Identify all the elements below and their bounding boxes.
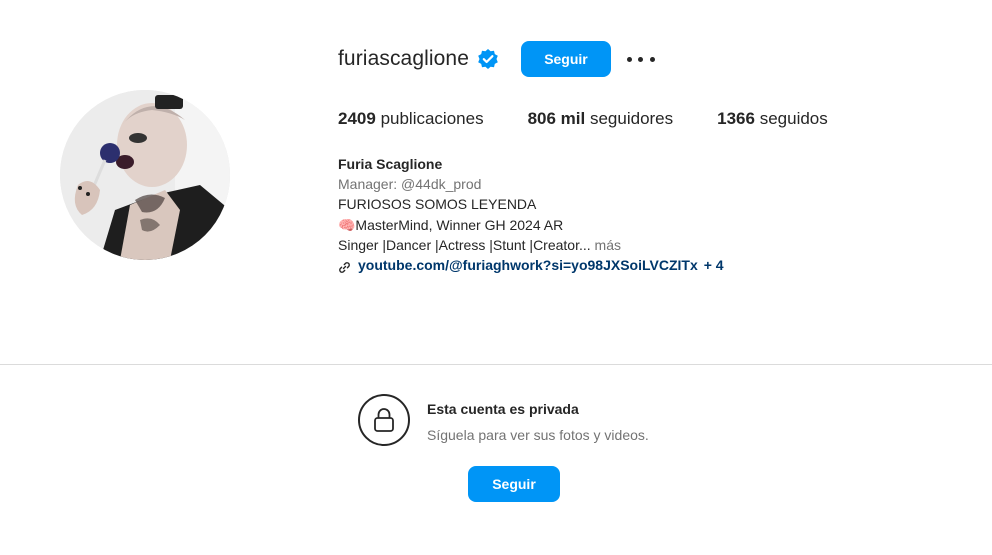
follow-button-bottom[interactable]: Seguir [468, 466, 560, 502]
following-stat[interactable]: 1366 seguidos [717, 109, 828, 129]
private-account-subtitle: Síguela para ver sus fotos y videos. [427, 427, 649, 443]
bio-manager: Manager: @44dk_prod [338, 176, 482, 193]
avatar-image [60, 90, 230, 260]
bio-more-link[interactable]: más [595, 237, 621, 253]
bio-link-extra[interactable]: + 4 [704, 255, 724, 275]
profile-full-name: Furia Scaglione [338, 156, 443, 172]
bio-line-4-row: Singer |Dancer |Actress |Stunt |Creator.… [338, 235, 898, 255]
section-divider [0, 364, 992, 365]
posts-label: publicaciones [380, 109, 484, 128]
bio-line-2: FURIOSOS SOMOS LEYENDA [338, 196, 537, 213]
profile-avatar[interactable] [60, 90, 230, 260]
followers-count: 806 mil [527, 109, 586, 128]
bio-link[interactable]: youtube.com/@furiaghwork?si=yo98JXSoiLVC… [358, 255, 698, 275]
following-label: seguidos [759, 109, 828, 128]
link-icon [338, 259, 351, 273]
lock-icon [358, 394, 410, 446]
private-account-title: Esta cuenta es privada [427, 401, 579, 417]
profile-username: furiascaglione [338, 47, 469, 70]
profile-header: furiascaglione Seguir [338, 40, 655, 78]
followers-stat[interactable]: 806 mil seguidores [528, 109, 674, 129]
verified-badge-icon [477, 48, 499, 70]
profile-bio: Furia Scaglione Manager: @44dk_prod FURI… [338, 154, 898, 275]
profile-stats: 2409 publicaciones 806 mil seguidores 13… [338, 109, 872, 129]
more-options-icon[interactable] [626, 49, 655, 69]
posts-stat: 2409 publicaciones [338, 109, 484, 129]
followers-label: seguidores [589, 109, 674, 128]
posts-count: 2409 [338, 109, 376, 128]
profile-page: furiascaglione Seguir 2409 publicaciones… [0, 0, 992, 555]
bio-line-4: Singer |Dancer |Actress |Stunt |Creator.… [338, 236, 591, 253]
bio-line-3: 🧠MasterMind, Winner GH 2024 AR [338, 216, 564, 233]
follow-button[interactable]: Seguir [520, 41, 611, 77]
bio-link-row[interactable]: youtube.com/@furiaghwork?si=yo98JXSoiLVC… [338, 255, 898, 275]
following-count: 1366 [717, 109, 755, 128]
